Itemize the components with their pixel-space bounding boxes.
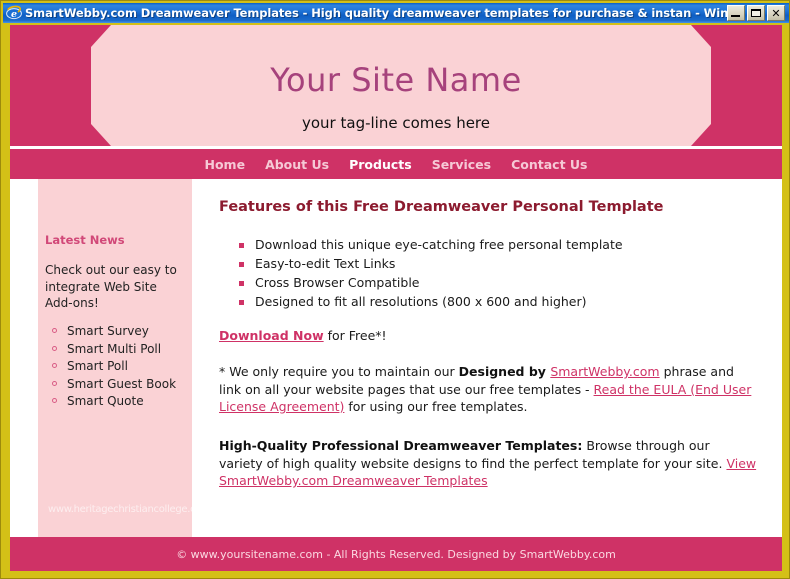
site-footer: © www.yoursitename.com - All Rights Rese… <box>10 537 782 571</box>
watermark-text: www.heritagechristiancollege.com <box>48 504 211 515</box>
main-content: Features of this Free Dreamweaver Person… <box>192 179 782 537</box>
download-paragraph: Download Now for Free*! <box>219 327 757 345</box>
browser-window: e SmartWebby.com Dreamweaver Templates -… <box>0 0 790 579</box>
sidebar-item-smart-multi-poll[interactable]: Smart Multi Poll <box>45 342 190 356</box>
window-title-text: SmartWebby.com Dreamweaver Templates - H… <box>25 6 727 20</box>
internet-explorer-icon: e <box>6 5 22 21</box>
circle-bullet-icon <box>52 380 57 386</box>
square-bullet-icon <box>239 300 244 305</box>
eula-paragraph: * We only require you to maintain our De… <box>219 363 757 416</box>
nav-item-about-us[interactable]: About Us <box>255 157 339 172</box>
download-suffix-text: for Free*! <box>323 328 387 343</box>
maximize-button[interactable] <box>747 5 765 21</box>
smartwebby-link[interactable]: SmartWebby.com <box>550 364 659 379</box>
page-body: Latest News Check out our easy to integr… <box>10 179 782 537</box>
nav-item-contact-us[interactable]: Contact Us <box>501 157 597 172</box>
nav-item-home[interactable]: Home <box>195 157 256 172</box>
main-navigation: Home About Us Products Services Contact … <box>10 149 782 179</box>
feature-list-item: Designed to fit all resolutions (800 x 6… <box>219 294 739 310</box>
sidebar: Latest News Check out our easy to integr… <box>38 179 211 537</box>
sidebar-description: Check out our easy to integrate Web Site… <box>45 263 177 310</box>
svg-text:e: e <box>11 9 17 20</box>
square-bullet-icon <box>239 243 244 248</box>
sidebar-item-smart-guest-book[interactable]: Smart Guest Book <box>45 377 190 391</box>
nav-item-services[interactable]: Services <box>422 157 501 172</box>
nav-item-products[interactable]: Products <box>339 157 422 172</box>
sidebar-item-smart-poll[interactable]: Smart Poll <box>45 359 190 373</box>
feature-list-item: Easy-to-edit Text Links <box>219 256 739 272</box>
promo-heading-label: High-Quality Professional Dreamweaver Te… <box>219 438 583 453</box>
minimize-button[interactable] <box>727 5 745 21</box>
sidebar-item-smart-quote[interactable]: Smart Quote <box>45 394 190 408</box>
sidebar-item-smart-survey[interactable]: Smart Survey <box>45 324 190 338</box>
feature-label: Easy-to-edit Text Links <box>255 256 396 271</box>
feature-list-item: Download this unique eye-catching free p… <box>219 237 739 253</box>
designed-by-label: Designed by <box>458 364 551 379</box>
feature-label: Designed to fit all resolutions (800 x 6… <box>255 294 587 309</box>
sidebar-title: Latest News <box>45 233 125 247</box>
eula-post-text: for using our free templates. <box>344 399 528 414</box>
promo-paragraph: High-Quality Professional Dreamweaver Te… <box>219 437 757 490</box>
square-bullet-icon <box>239 262 244 267</box>
footer-text: © www.yoursitename.com - All Rights Rese… <box>176 547 616 561</box>
page-title: Features of this Free Dreamweaver Person… <box>219 199 664 215</box>
minimize-icon <box>731 15 740 17</box>
site-name: Your Site Name <box>270 61 522 99</box>
circle-bullet-icon <box>52 328 57 333</box>
feature-label: Cross Browser Compatible <box>255 275 420 290</box>
feature-list-item: Cross Browser Compatible <box>219 275 739 291</box>
window-title-bar[interactable]: e SmartWebby.com Dreamweaver Templates -… <box>3 3 789 23</box>
feature-list: Download this unique eye-catching free p… <box>219 237 739 313</box>
square-bullet-icon <box>239 281 244 286</box>
download-now-link[interactable]: Download Now <box>219 328 324 343</box>
circle-bullet-icon <box>52 363 57 368</box>
site-tagline: your tag-line comes here <box>302 114 490 132</box>
sidebar-item-label: Smart Multi Poll <box>67 341 162 356</box>
page-viewport: Your Site Name your tag-line comes here … <box>10 25 782 571</box>
eula-pre-text: * We only require you to maintain our <box>219 364 459 379</box>
circle-bullet-icon <box>52 398 57 403</box>
sidebar-item-label: Smart Guest Book <box>67 376 177 391</box>
maximize-icon <box>751 9 761 17</box>
sidebar-link-list: Smart Survey Smart Multi Poll Smart Poll… <box>45 324 190 412</box>
site-header: Your Site Name your tag-line comes here <box>10 25 782 146</box>
sidebar-item-label: Smart Survey <box>67 324 149 338</box>
close-icon: ✕ <box>771 6 781 20</box>
sidebar-item-label: Smart Poll <box>67 359 128 373</box>
close-button[interactable]: ✕ <box>767 5 785 21</box>
circle-bullet-icon <box>52 345 57 351</box>
sidebar-item-label: Smart Quote <box>67 394 144 408</box>
left-gutter <box>10 179 38 537</box>
feature-label: Download this unique eye-catching free p… <box>255 237 623 252</box>
